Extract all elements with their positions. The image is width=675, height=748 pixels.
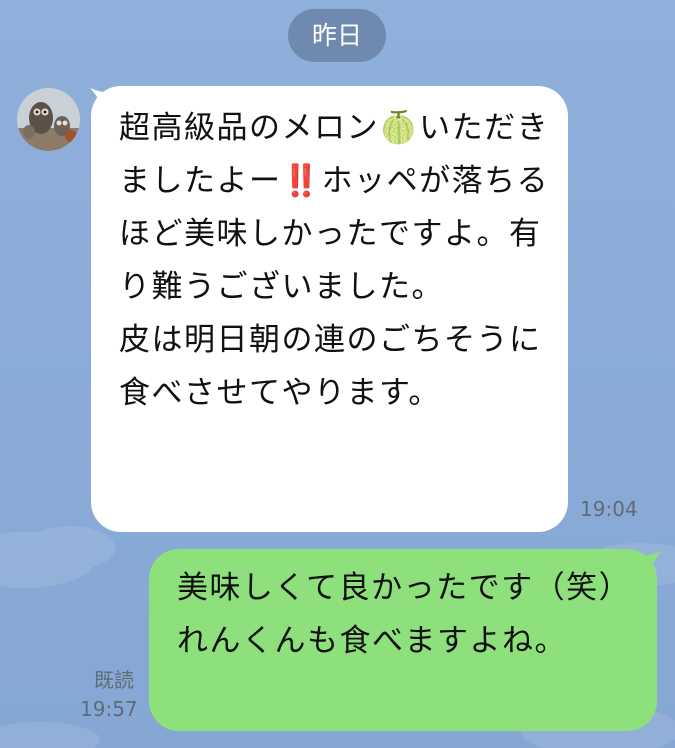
outgoing-message-time: 19:57 <box>80 697 138 721</box>
outgoing-message-text: 美味しくて良かったです（笑） れんくんも食べますよね。 <box>177 570 632 659</box>
incoming-message-text: 超高級品のメロン🍈いただきましたよー‼️ホッペが落ちるほど美味しかったですよ。有… <box>119 110 550 411</box>
owl-figurines-icon <box>17 88 80 151</box>
date-separator: 昨日 <box>288 9 386 62</box>
contact-avatar[interactable] <box>17 88 80 151</box>
incoming-message-time: 19:04 <box>580 497 638 521</box>
outgoing-message-bubble[interactable]: 美味しくて良かったです（笑） れんくんも食べますよね。 <box>149 549 657 731</box>
read-receipt: 既読 <box>94 668 134 692</box>
incoming-message-bubble[interactable]: 超高級品のメロン🍈いただきましたよー‼️ホッペが落ちるほど美味しかったですよ。有… <box>91 86 568 532</box>
